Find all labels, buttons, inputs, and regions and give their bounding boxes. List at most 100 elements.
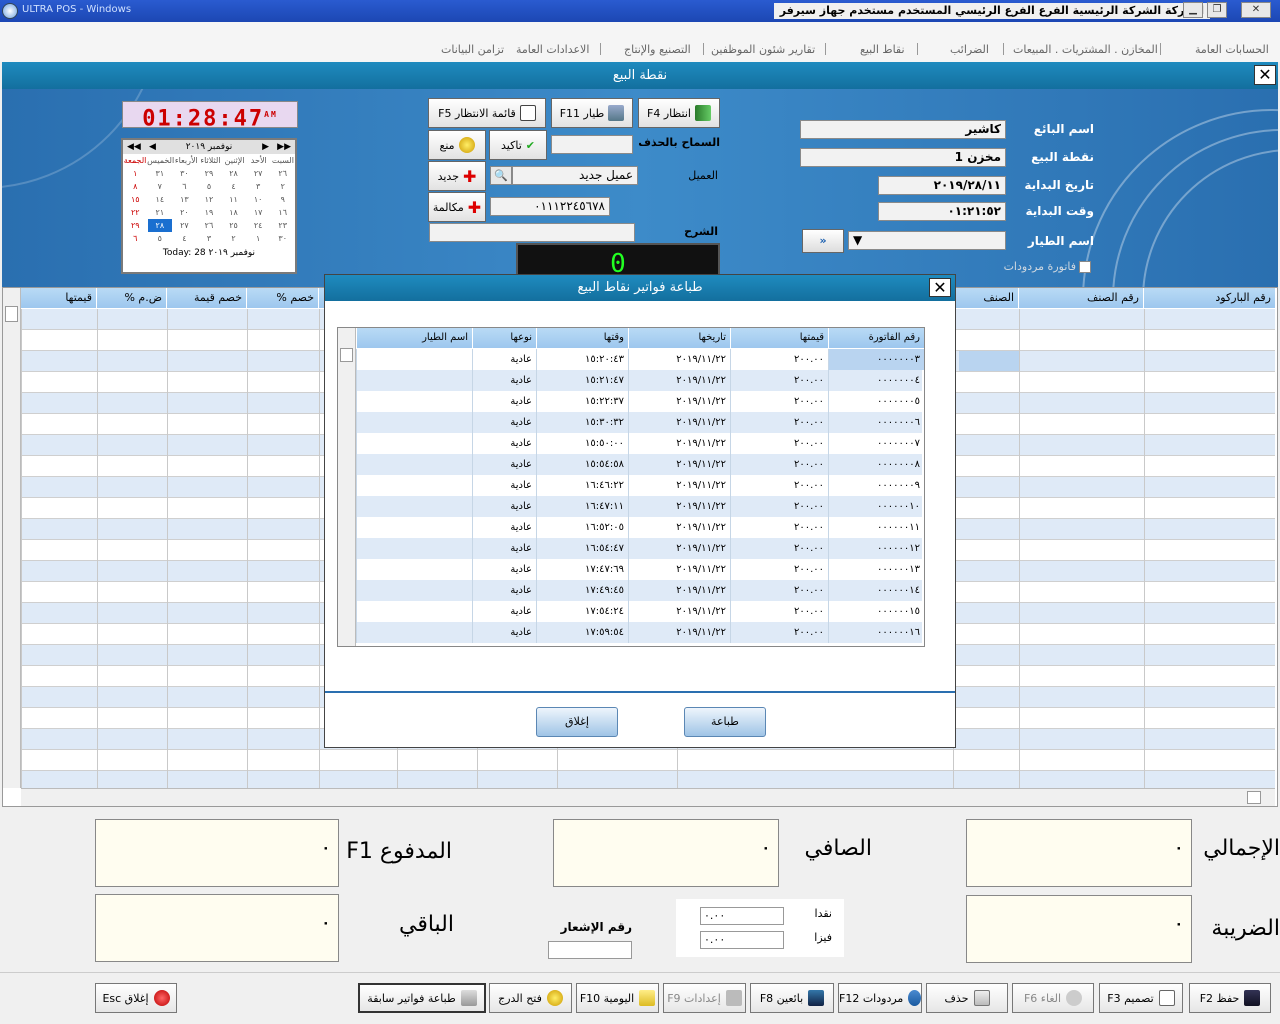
invoices-table[interactable]: رقم الفاتورة قيمتها تاريخها وقتها نوعها …: [337, 327, 925, 647]
table-row[interactable]: [21, 750, 1275, 771]
confirm-button[interactable]: ✔ تاكيد: [489, 130, 547, 160]
menu-point-of-sale[interactable]: نقاط البيع: [860, 43, 905, 56]
calendar[interactable]: ◀◀ ◀ نوفمبر ٢٠١٩ ▶ ▶▶ السبت الأحد الإثني…: [121, 138, 297, 274]
minimize-icon[interactable]: ▁: [1183, 2, 1203, 18]
menu-stores-purchases-sales[interactable]: المخازن . المشتريات . المبيعات: [1013, 43, 1158, 56]
invoice-row[interactable]: ٠٠٠٠٠٠٠٨ ٢٠٠.٠٠ ٢٠١٩/١١/٢٢ ١٥:٥٤:٥٨ عادية: [356, 454, 922, 475]
close-window-icon[interactable]: ✕: [1241, 2, 1271, 18]
waitlist-button[interactable]: قائمة الانتظار F5: [428, 98, 546, 128]
col-invoice-time[interactable]: وقتها: [536, 328, 628, 348]
menu-separator: [825, 43, 826, 55]
pos-field[interactable]: مخزن 1: [800, 148, 1006, 167]
allow-delete-field[interactable]: [551, 135, 633, 154]
invoice-row[interactable]: ٠٠٠٠٠٠١٣ ٢٠٠.٠٠ ٢٠١٩/١١/٢٢ ١٧:٤٧:٦٩ عادية: [356, 559, 922, 580]
next-year-icon[interactable]: ▶▶: [277, 140, 291, 154]
dialog-scrollbar[interactable]: [338, 328, 356, 646]
col-invoice-date[interactable]: تاريخها: [628, 328, 730, 348]
wait-button[interactable]: انتظار F4: [638, 98, 720, 128]
col-vat-pct[interactable]: ض.م %: [97, 288, 167, 308]
scroll-thumb[interactable]: [5, 306, 18, 322]
col-vat-value[interactable]: قيمتها: [21, 288, 97, 308]
restore-icon[interactable]: ❐: [1207, 2, 1227, 18]
invoice-row[interactable]: ٠٠٠٠٠٠١٥ ٢٠٠.٠٠ ٢٠١٩/١١/٢٢ ١٧:٥٤:٢٤ عادية: [356, 601, 922, 622]
cell-divider: [97, 540, 98, 561]
seller-field[interactable]: كاشير: [800, 120, 1006, 139]
sellers-button[interactable]: بائعين F8: [750, 983, 834, 1013]
dialog-scroll-thumb[interactable]: [340, 348, 353, 362]
invoice-row[interactable]: ٠٠٠٠٠٠٠٦ ٢٠٠.٠٠ ٢٠١٩/١١/٢٢ ١٥:٣٠:٣٢ عادية: [356, 412, 922, 433]
close-app-button[interactable]: إغلاق Esc: [95, 983, 177, 1013]
settings-button[interactable]: إعدادات F9: [663, 983, 746, 1013]
save-button[interactable]: حفظ F2: [1189, 983, 1271, 1013]
next-month-icon[interactable]: ▶: [262, 140, 269, 154]
cell-divider: [1144, 414, 1145, 435]
invoice-row[interactable]: ٠٠٠٠٠٠٠٤ ٢٠٠.٠٠ ٢٠١٩/١١/٢٢ ١٥:٢١:٤٧ عادية: [356, 370, 922, 391]
close-pos-icon[interactable]: ✕: [1254, 65, 1276, 85]
prev-month-icon[interactable]: ◀: [149, 140, 156, 154]
prev-year-icon[interactable]: ◀◀: [127, 140, 141, 154]
cash-field[interactable]: ٠.٠٠: [700, 907, 784, 925]
col-invoice-type[interactable]: نوعها: [472, 328, 536, 348]
daily-button[interactable]: اليومية F10: [576, 983, 659, 1013]
cell-divider: [319, 540, 320, 561]
pilot-select[interactable]: ▼: [848, 231, 1006, 250]
call-button[interactable]: ✚ مكالمة: [428, 192, 486, 222]
notes-field[interactable]: [429, 223, 635, 242]
invoice-row[interactable]: ٠٠٠٠٠٠٠٣ ٢٠٠.٠٠ ٢٠١٩/١١/٢٢ ١٥:٢٠:٤٣ عادية: [356, 349, 924, 370]
pilot-button[interactable]: طيار F11: [551, 98, 633, 128]
col-invoice-value[interactable]: قيمتها: [730, 328, 828, 348]
invoice-row[interactable]: ٠٠٠٠٠٠٠٥ ٢٠٠.٠٠ ٢٠١٩/١١/٢٢ ١٥:٢٢:٣٧ عادية: [356, 391, 922, 412]
print-button[interactable]: طباعة: [684, 707, 766, 737]
customer-field[interactable]: عميل جديد: [512, 166, 638, 185]
phone-field[interactable]: ٠١١١٢٢٤٥٦٧٨: [490, 197, 610, 216]
invoice-row[interactable]: ٠٠٠٠٠٠٠٧ ٢٠٠.٠٠ ٢٠١٩/١١/٢٢ ١٥:٥٠:٠٠ عادية: [356, 433, 922, 454]
col-invoice-no[interactable]: رقم الفاتورة: [828, 328, 924, 348]
col-item[interactable]: الصنف: [953, 288, 1019, 308]
col-pilot-name[interactable]: اسم الطيار: [356, 328, 472, 348]
hscroll-thumb[interactable]: [1247, 791, 1261, 804]
open-drawer-button[interactable]: فتح الدرج: [489, 983, 572, 1013]
cell-divider: [247, 372, 248, 393]
calendar-today[interactable]: Today: 28 نوفمبر ٢٠١٩: [123, 248, 295, 258]
vertical-scrollbar[interactable]: [3, 288, 21, 788]
deny-button[interactable]: منع: [428, 130, 486, 160]
col-discount-pct[interactable]: خصم %: [247, 288, 319, 308]
cancel-button[interactable]: الغاء F6: [1012, 983, 1094, 1013]
cell-divider: [319, 666, 320, 687]
delete-button[interactable]: حذف: [926, 983, 1008, 1013]
menu-manufacturing[interactable]: التصنيع والإنتاج: [624, 43, 691, 56]
close-button[interactable]: إغلاق: [536, 707, 618, 737]
start-date-field[interactable]: ٢٠١٩/٢٨/١١: [878, 176, 1006, 195]
start-time-field[interactable]: ٠١:٢١:٥٢: [878, 202, 1006, 221]
cell-divider: [1019, 561, 1020, 582]
col-barcode[interactable]: رقم الباركود: [1144, 288, 1276, 308]
menu-data-sync[interactable]: تزامن البيانات: [441, 43, 504, 56]
invoice-row[interactable]: ٠٠٠٠٠٠١٢ ٢٠٠.٠٠ ٢٠١٩/١١/٢٢ ١٦:٥٤:٤٧ عادية: [356, 538, 922, 559]
invoice-row[interactable]: ٠٠٠٠٠٠١٦ ٢٠٠.٠٠ ٢٠١٩/١١/٢٢ ١٧:٥٩:٥٤ عادية: [356, 622, 922, 643]
search-icon[interactable]: 🔍: [490, 166, 512, 185]
new-customer-button[interactable]: ✚ جديد: [428, 161, 486, 191]
invoice-row[interactable]: ٠٠٠٠٠٠١٤ ٢٠٠.٠٠ ٢٠١٩/١١/٢٢ ١٧:٤٩:٤٥ عادية: [356, 580, 922, 601]
menu-taxes[interactable]: الضرائب: [950, 43, 989, 56]
menu-general-settings[interactable]: الاعدادات العامة: [516, 43, 589, 56]
close-dialog-icon[interactable]: ✕: [929, 278, 951, 297]
returns-button[interactable]: مردودات F12: [838, 983, 922, 1013]
design-button[interactable]: تصميم F3: [1099, 983, 1183, 1013]
cell-invoice-time: ١٥:٢٠:٤٣: [536, 349, 628, 370]
col-item-number[interactable]: رقم الصنف: [1019, 288, 1144, 308]
print-previous-button[interactable]: طباعة فواتير سابقة: [358, 983, 486, 1013]
invoice-row[interactable]: ٠٠٠٠٠٠١٠ ٢٠٠.٠٠ ٢٠١٩/١١/٢٢ ١٦:٤٧:١١ عادية: [356, 496, 922, 517]
visa-field[interactable]: ٠.٠٠: [700, 931, 784, 949]
cell-invoice-type: عادية: [472, 559, 536, 580]
invoice-row[interactable]: ٠٠٠٠٠٠٠٩ ٢٠٠.٠٠ ٢٠١٩/١١/٢٢ ١٦:٤٦:٢٢ عادية: [356, 475, 922, 496]
menu-general-accounts[interactable]: الحسابات العامة: [1195, 43, 1269, 56]
notice-field[interactable]: [548, 941, 632, 959]
pilot-expand-button[interactable]: »: [802, 229, 844, 253]
paid-box[interactable]: ٠: [95, 819, 339, 887]
horizontal-scrollbar[interactable]: [21, 788, 1275, 806]
returns-checkbox[interactable]: [1079, 261, 1091, 273]
invoice-row[interactable]: ٠٠٠٠٠٠١١ ٢٠٠.٠٠ ٢٠١٩/١١/٢٢ ١٦:٥٢:٠٥ عادية: [356, 517, 922, 538]
selected-cell[interactable]: [959, 351, 1019, 371]
menu-hr-reports[interactable]: تقارير شئون الموظفين: [711, 43, 815, 56]
col-discount-value[interactable]: خصم قيمة: [167, 288, 247, 308]
